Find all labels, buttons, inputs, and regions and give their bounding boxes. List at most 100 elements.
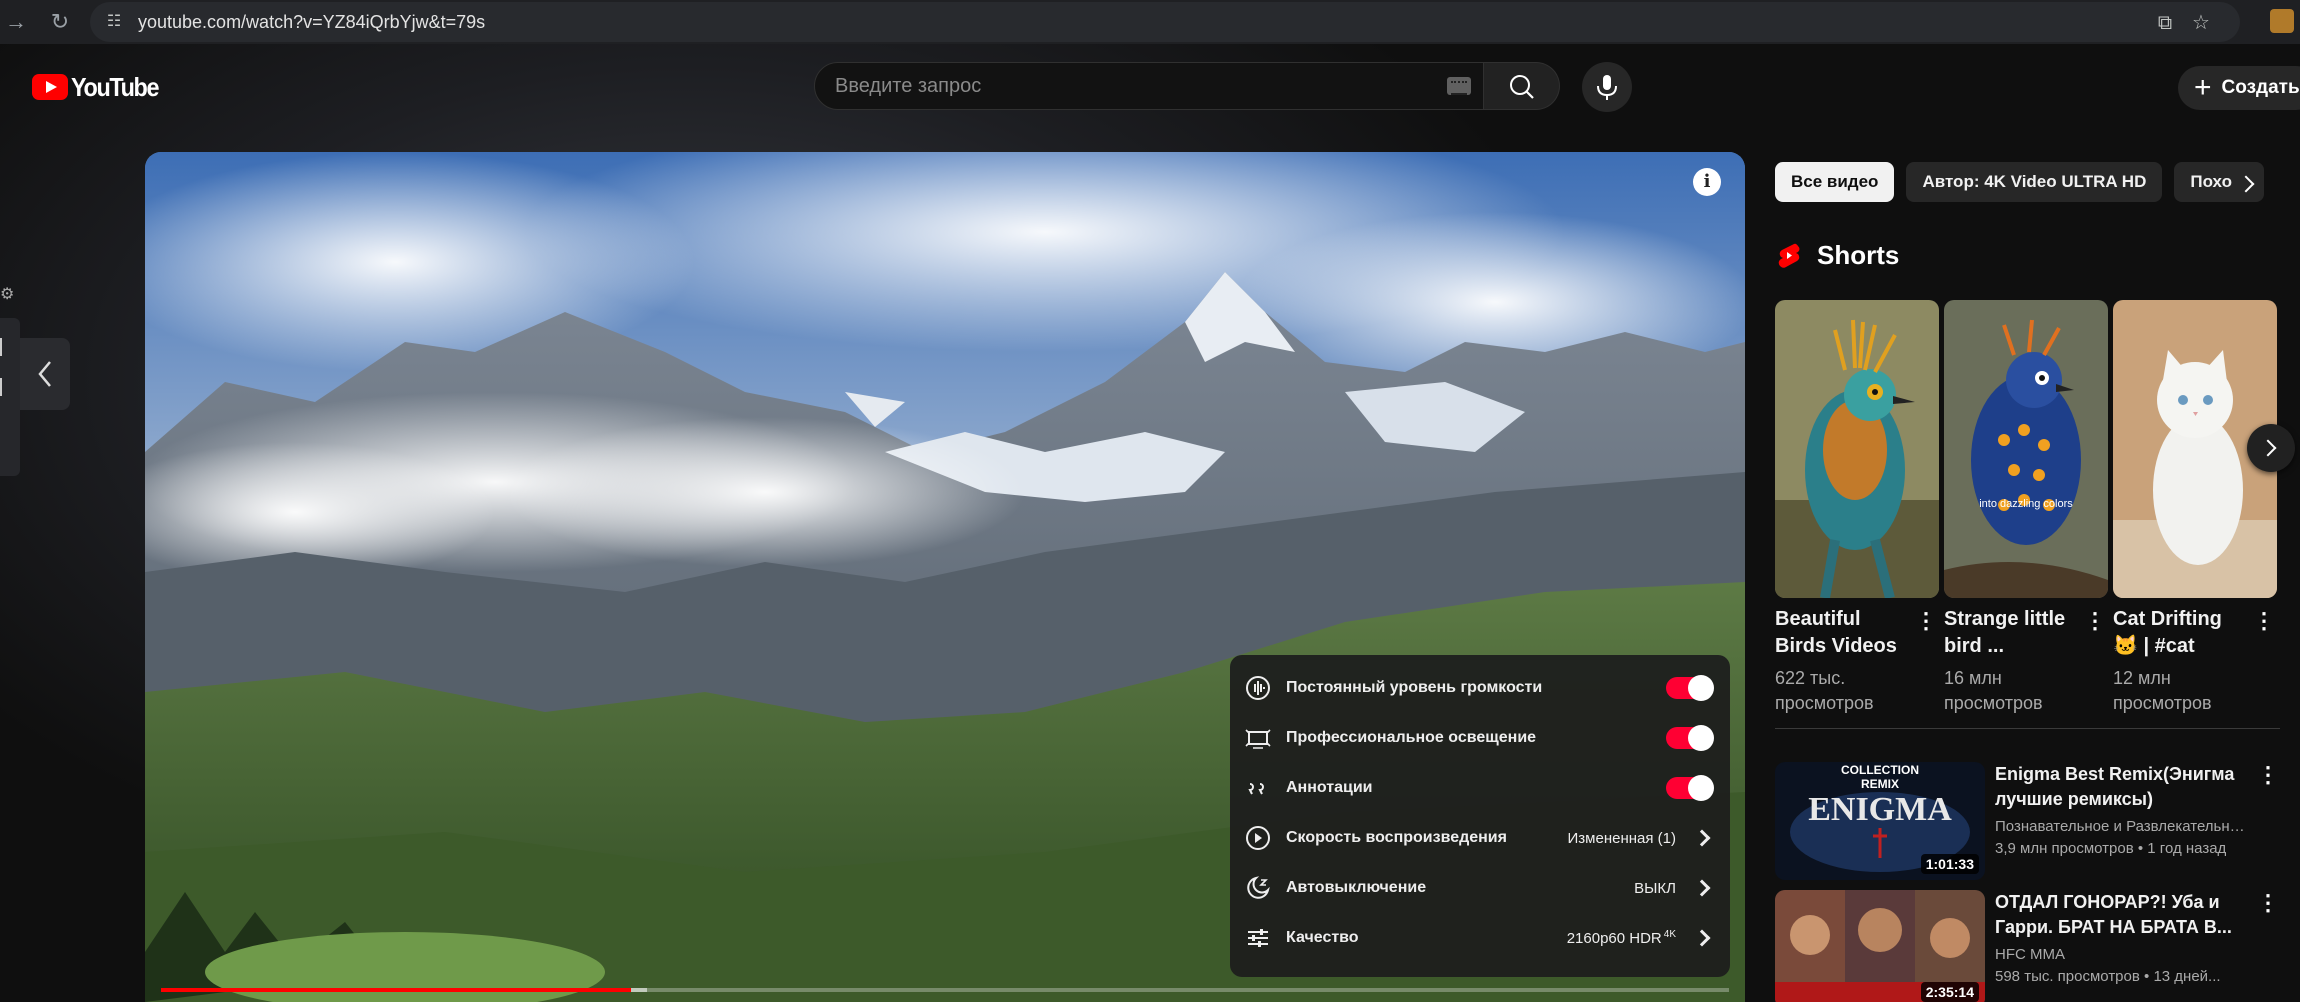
stable-volume-icon — [1246, 676, 1270, 700]
shorts-icon — [1778, 243, 1800, 268]
stable-volume-toggle[interactable] — [1666, 675, 1714, 701]
chevron-left-icon — [38, 361, 51, 387]
short-title[interactable]: Cat Drifting 🐱 | #cat — [2113, 606, 2248, 660]
player-settings-menu: Постоянный уровень громкости Профессиона… — [1230, 655, 1730, 977]
related-video-item[interactable]: COLLECTION REMIX ENIGMA 1:01:33 Enigma B… — [1775, 762, 2295, 880]
url-text[interactable]: youtube.com/watch?v=YZ84iQrbYjw&t=79s — [138, 12, 485, 33]
search-box[interactable] — [814, 62, 1484, 110]
short-thumbnail[interactable]: into dazzling colors — [1944, 300, 2108, 598]
thumb-text-mid: REMIX — [1861, 777, 1899, 791]
plus-icon: + — [2194, 71, 2212, 104]
forward-icon[interactable]: → — [2, 8, 30, 36]
create-button[interactable]: + Создать — [2178, 66, 2300, 110]
microphone-icon — [1597, 75, 1617, 100]
settings-label: Аннотации — [1286, 779, 1373, 796]
toggle-knob — [1688, 675, 1714, 701]
chevron-right-icon — [1693, 929, 1711, 947]
video-age: 1 год назад — [2147, 840, 2227, 857]
progress-played — [161, 988, 632, 992]
settings-row-playback-speed[interactable]: Скорость воспроизведения Измененная (1) — [1230, 813, 1730, 863]
voice-search-button[interactable] — [1582, 62, 1632, 112]
settings-row-stable-volume[interactable]: Постоянный уровень громкости — [1230, 663, 1730, 713]
logo-text: YouTube — [71, 71, 160, 102]
video-views: 3,9 млн просмотров — [1995, 840, 2134, 857]
chips-next-chevron-icon[interactable] — [2230, 166, 2266, 202]
settings-value: Измененная (1) — [1567, 829, 1676, 847]
settings-row-quality[interactable]: Качество 2160p60 HDR 4K — [1230, 913, 1730, 963]
short-title[interactable]: Beautiful Birds Videos — [1775, 606, 1910, 660]
video-age: 13 дней... — [2153, 968, 2221, 985]
more-options-icon[interactable]: ⋮ — [2257, 890, 2279, 916]
settings-label: Скорость воспроизведения — [1286, 829, 1507, 846]
annotations-toggle[interactable] — [1666, 775, 1714, 801]
short-title[interactable]: Strange little bird ... — [1944, 606, 2079, 660]
browser-toolbar: → ↻ ☷ youtube.com/watch?v=YZ84iQrbYjw&t=… — [0, 0, 2300, 44]
extension-icon[interactable] — [2270, 9, 2294, 33]
keyboard-icon[interactable] — [1447, 77, 1471, 95]
install-app-icon[interactable]: ⧉ — [2152, 10, 2178, 36]
info-icon[interactable]: i — [1693, 168, 1721, 196]
search-icon — [1510, 75, 1534, 99]
bird-thumbnail-image — [1775, 300, 1939, 598]
site-info-icon[interactable]: ☷ — [102, 10, 126, 34]
settings-label: Автовыключение — [1286, 879, 1427, 896]
quality-badge: 4K — [1663, 929, 1676, 940]
settings-value: ВЫКЛ — [1634, 879, 1676, 897]
video-meta: 3,9 млн просмотров • 1 год назад — [1995, 840, 2227, 857]
short-views: 16 млн просмотров — [1944, 668, 2043, 713]
side-panel-stub[interactable] — [0, 318, 20, 476]
bird-thumbnail-image: into dazzling colors — [1944, 300, 2108, 598]
more-options-icon[interactable]: ⋮ — [2257, 762, 2279, 788]
settings-row-ambient-mode[interactable]: Профессиональное освещение — [1230, 713, 1730, 763]
previous-arrow-button[interactable] — [20, 338, 70, 410]
short-thumbnail[interactable] — [1775, 300, 1939, 598]
short-item[interactable]: into dazzling colors Strange little bird… — [1944, 300, 2108, 713]
bookmark-star-icon[interactable]: ☆ — [2188, 10, 2214, 36]
ambient-mode-toggle[interactable] — [1666, 725, 1714, 751]
create-label: Создать — [2221, 77, 2300, 98]
shorts-title: Shorts — [1817, 240, 1900, 270]
related-video-item[interactable]: 2:35:14 ОТДАЛ ГОНОРАР?! Уба и Гарри. БРА… — [1775, 890, 2295, 1002]
search-button[interactable] — [1484, 62, 1560, 110]
more-options-icon[interactable]: ⋮ — [2253, 610, 2275, 632]
reload-icon[interactable]: ↻ — [46, 8, 74, 36]
video-title[interactable]: ОТДАЛ ГОНОРАР?! Уба и Гарри. БРАТ НА БРА… — [1995, 890, 2245, 940]
settings-label: Качество — [1286, 929, 1359, 946]
quality-icon — [1248, 929, 1268, 947]
video-title[interactable]: Enigma Best Remix(Энигма лучшие ремиксы) — [1995, 762, 2245, 812]
chip-author[interactable]: Автор: 4K Video ULTRA HD — [1906, 162, 2163, 202]
thumb-text-main: ENIGMA — [1808, 791, 1952, 828]
ambient-mode-icon — [1245, 729, 1271, 749]
video-duration: 1:01:33 — [1920, 854, 1979, 874]
settings-row-sleep-timer[interactable]: Автовыключение ВЫКЛ — [1230, 863, 1730, 913]
search-input[interactable] — [835, 73, 1415, 99]
settings-label: Постоянный уровень громкости — [1286, 679, 1543, 696]
youtube-logo[interactable]: YouTube — [32, 72, 168, 102]
quality-value: 2160p60 HDR — [1566, 930, 1662, 947]
video-channel[interactable]: Познавательное и Развлекательное — [1995, 818, 2245, 835]
address-bar[interactable]: ☷ youtube.com/watch?v=YZ84iQrbYjw&t=79s … — [90, 2, 2240, 42]
progress-bar[interactable] — [161, 988, 1729, 992]
annotations-icon — [1248, 783, 1264, 795]
settings-row-annotations[interactable]: Аннотации — [1230, 763, 1730, 813]
short-views: 622 тыс. просмотров — [1775, 668, 1874, 713]
video-meta: 598 тыс. просмотров • 13 дней... — [1995, 968, 2221, 985]
gear-icon[interactable]: ⚙ — [0, 284, 14, 304]
playback-speed-icon — [1246, 826, 1270, 850]
settings-label: Профессиональное освещение — [1286, 729, 1537, 746]
video-channel[interactable]: HFC MMA — [1995, 946, 2245, 963]
short-item[interactable]: Beautiful Birds Videos 622 тыс. просмотр… — [1775, 300, 1939, 713]
video-thumbnail[interactable]: COLLECTION REMIX ENIGMA 1:01:33 — [1775, 762, 1985, 880]
short-views: 12 млн просмотров — [2113, 668, 2212, 713]
youtube-play-logo-icon — [32, 74, 68, 100]
settings-value: 2160p60 HDR 4K — [1567, 929, 1676, 947]
more-options-icon[interactable]: ⋮ — [2084, 610, 2106, 632]
video-thumbnail[interactable]: 2:35:14 — [1775, 890, 1985, 1002]
thumb-text-top: COLLECTION — [1841, 763, 1919, 777]
more-options-icon[interactable]: ⋮ — [1915, 610, 1937, 632]
sleep-timer-icon — [1247, 876, 1270, 899]
chip-all-videos[interactable]: Все видео — [1775, 162, 1895, 202]
shorts-next-button[interactable] — [2247, 424, 2295, 472]
video-duration: 2:35:14 — [1920, 982, 1979, 1002]
chevron-right-icon — [1693, 829, 1711, 847]
